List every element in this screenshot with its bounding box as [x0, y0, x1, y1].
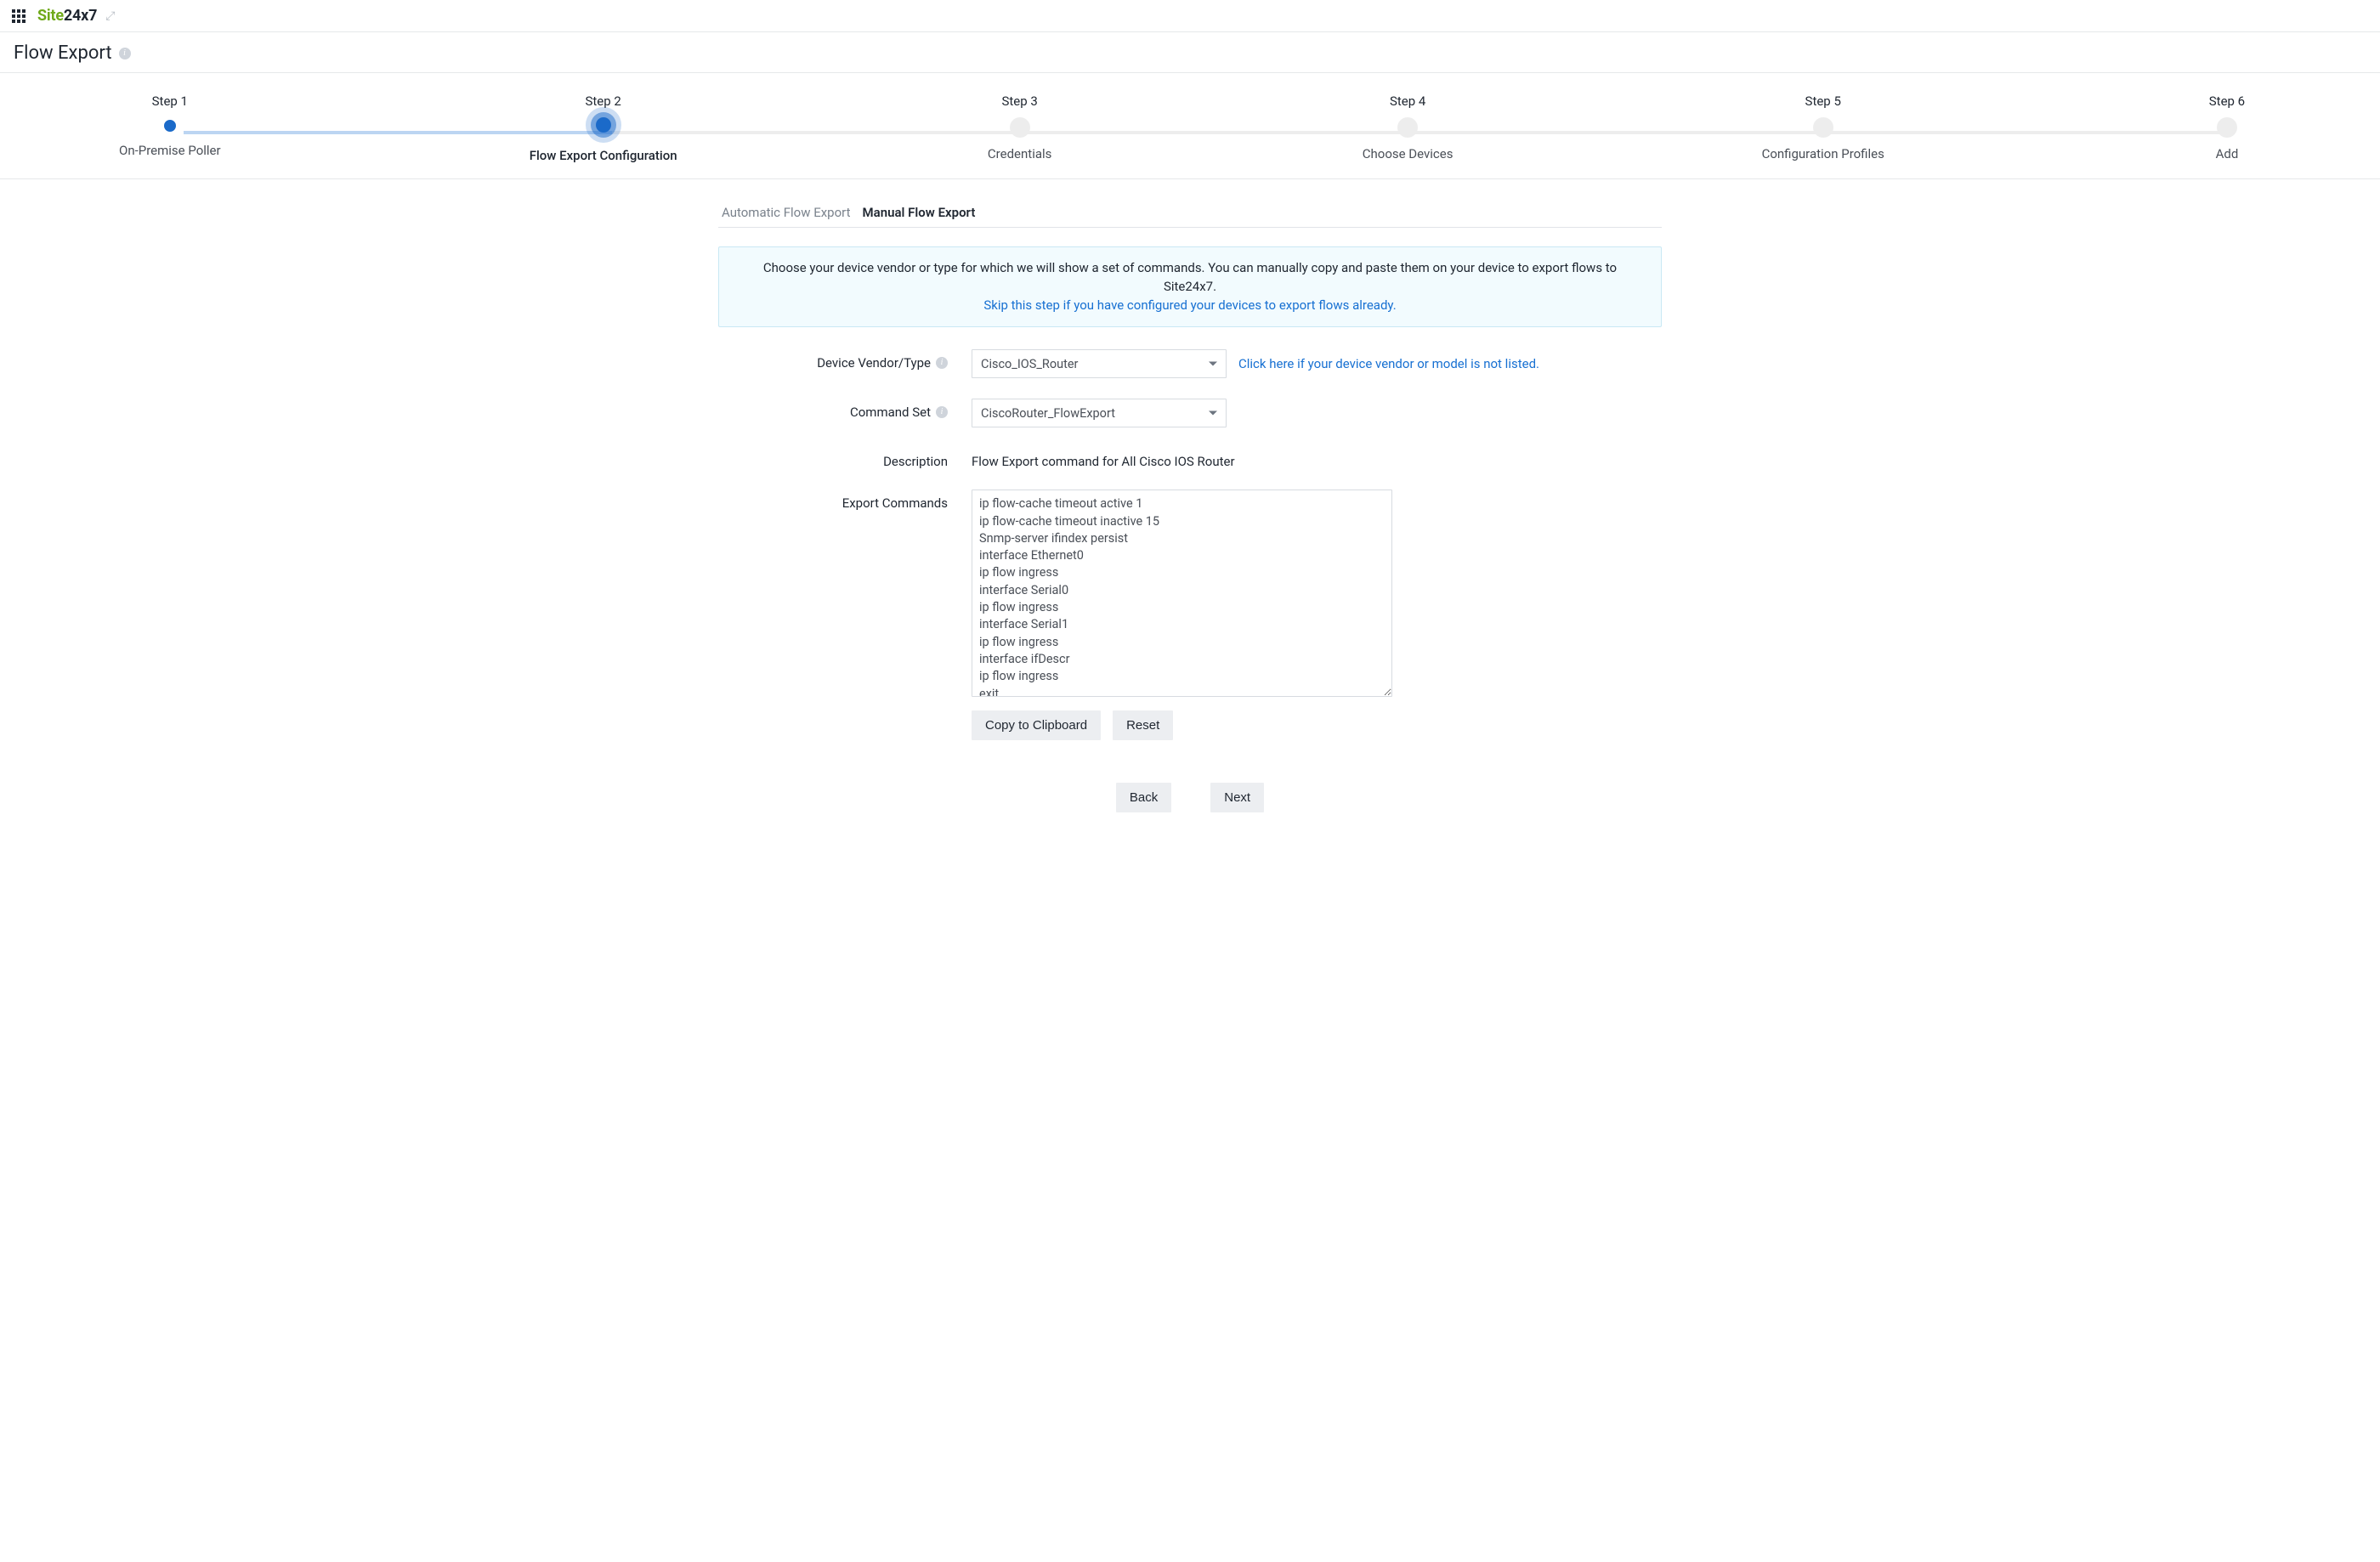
- step-label: Configuration Profiles: [1762, 146, 1884, 161]
- step-5[interactable]: Step 5 Configuration Profiles: [1762, 93, 1884, 163]
- select-command-set-value: CiscoRouter_FlowExport: [981, 406, 1115, 421]
- brand-logo[interactable]: Site24x7: [37, 7, 97, 25]
- select-vendor-type[interactable]: Cisco_IOS_Router: [972, 349, 1227, 378]
- step-2[interactable]: Step 2 Flow Export Configuration: [530, 93, 677, 163]
- info-icon[interactable]: i: [119, 48, 131, 59]
- banner-text: Choose your device vendor or type for wh…: [763, 260, 1617, 294]
- select-vendor-value: Cisco_IOS_Router: [981, 357, 1078, 371]
- step-number: Step 5: [1805, 93, 1841, 109]
- step-4[interactable]: Step 4 Choose Devices: [1363, 93, 1454, 163]
- step-1[interactable]: Step 1 On-Premise Poller: [119, 93, 221, 163]
- step-number: Step 3: [1001, 93, 1037, 109]
- chevron-down-icon: [1209, 411, 1217, 416]
- brand-text-green: Site: [37, 7, 64, 25]
- step-dot: [1397, 117, 1418, 138]
- step-label: Flow Export Configuration: [530, 148, 677, 163]
- copy-to-clipboard-button[interactable]: Copy to Clipboard: [972, 710, 1101, 740]
- page-title: Flow Export: [14, 42, 112, 64]
- subtab-bar: Automatic Flow Export Manual Flow Export: [718, 200, 1662, 228]
- label-vendor-type: Device Vendor/Type: [817, 355, 931, 371]
- brand-text-dark: 24x7: [64, 7, 97, 25]
- info-banner: Choose your device vendor or type for wh…: [718, 246, 1662, 327]
- export-commands-textarea[interactable]: [972, 490, 1392, 697]
- step-dot: [1813, 117, 1833, 138]
- step-number: Step 6: [2209, 93, 2245, 109]
- step-6[interactable]: Step 6 Add: [2193, 93, 2261, 163]
- back-button[interactable]: Back: [1116, 783, 1171, 812]
- tab-automatic-flow-export[interactable]: Automatic Flow Export: [722, 200, 851, 227]
- value-description: Flow Export command for All Cisco IOS Ro…: [972, 448, 1235, 469]
- step-label: Choose Devices: [1363, 146, 1454, 161]
- step-label: Add: [2216, 146, 2239, 161]
- step-number: Step 1: [152, 93, 188, 109]
- step-label: On-Premise Poller: [119, 143, 221, 158]
- label-description: Description: [883, 454, 948, 469]
- step-number: Step 4: [1390, 93, 1425, 109]
- label-export-commands: Export Commands: [842, 495, 948, 511]
- select-command-set[interactable]: CiscoRouter_FlowExport: [972, 399, 1227, 427]
- reset-button[interactable]: Reset: [1113, 710, 1173, 740]
- next-button[interactable]: Next: [1210, 783, 1264, 812]
- step-dot: [596, 117, 611, 133]
- skip-step-link[interactable]: Skip this step if you have configured yo…: [983, 297, 1396, 313]
- fullscreen-icon[interactable]: ⤢: [105, 9, 115, 23]
- step-dot: [162, 117, 178, 134]
- apps-grid-icon[interactable]: [12, 9, 26, 23]
- step-dot: [2217, 117, 2237, 138]
- step-label: Credentials: [988, 146, 1051, 161]
- step-dot: [1010, 117, 1030, 138]
- tab-manual-flow-export[interactable]: Manual Flow Export: [863, 200, 976, 227]
- info-icon[interactable]: i: [936, 406, 948, 418]
- info-icon[interactable]: i: [936, 357, 948, 369]
- vendor-not-listed-link[interactable]: Click here if your device vendor or mode…: [1238, 356, 1539, 371]
- step-number: Step 2: [585, 93, 620, 109]
- label-command-set: Command Set: [850, 405, 931, 420]
- chevron-down-icon: [1209, 362, 1217, 366]
- progress-stepper: Step 1 On-Premise Poller Step 2 Flow Export…: [119, 93, 2261, 163]
- step-3[interactable]: Step 3 Credentials: [986, 93, 1054, 163]
